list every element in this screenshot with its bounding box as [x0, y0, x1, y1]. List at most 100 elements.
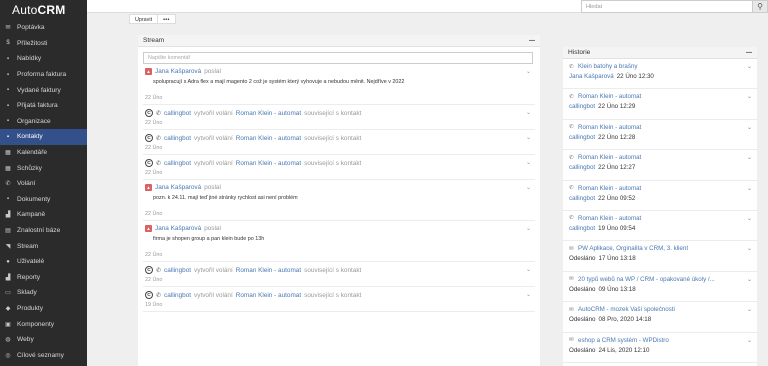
call-target-link[interactable]: Roman Klein - automat	[236, 160, 301, 167]
post-context: související s kontakt	[304, 159, 362, 167]
edit-button[interactable]: Upravit	[129, 14, 159, 24]
history-item-title[interactable]: 20 typů webů na WP / CRM - opakované úko…	[578, 276, 715, 283]
phone-icon: ✆	[569, 93, 574, 100]
sidebar-item[interactable]: ◎ Cílové seznamy	[0, 347, 87, 363]
post-author-link[interactable]: callingbot	[164, 135, 191, 142]
post-header: ▲ Jana Kašparová poslal	[145, 184, 533, 191]
chevron-down-icon[interactable]: ⌄	[747, 337, 752, 344]
history-item-title[interactable]: Roman Klein - automat	[578, 185, 641, 192]
sidebar-item[interactable]: ▪ Nabídky	[0, 51, 87, 67]
comment-input[interactable]	[143, 52, 533, 64]
chevron-down-icon[interactable]: ⌄	[747, 215, 752, 222]
sidebar-item[interactable]: ✉ Poptávka	[0, 20, 87, 36]
sidebar-item[interactable]: ▪ Proforma faktura	[0, 67, 87, 83]
history-item-user[interactable]: Jana Kašparová	[569, 73, 614, 80]
email-icon: ✉	[569, 306, 574, 313]
sidebar-item[interactable]: ▪ Kontakty	[0, 129, 87, 145]
app-logo[interactable]: AutoCRM	[0, 0, 87, 20]
sidebar-item[interactable]: ◍ Weby	[0, 332, 87, 348]
post-author-link[interactable]: callingbot	[164, 110, 191, 117]
post-author-link[interactable]: callingbot	[164, 267, 191, 274]
call-target-link[interactable]: Roman Klein - automat	[236, 267, 301, 274]
history-item-user[interactable]: callingbot	[569, 164, 595, 171]
sidebar-item[interactable]: ▪ Přijatá faktura	[0, 98, 87, 114]
chevron-down-icon[interactable]: ⌄	[747, 276, 752, 283]
chevron-down-icon[interactable]: ⌄	[747, 93, 752, 100]
chevron-down-icon[interactable]: ⌄	[526, 266, 531, 273]
history-item-title[interactable]: Roman Klein - automat	[578, 93, 641, 100]
sidebar-item-label: Kampaně	[17, 211, 46, 219]
history-item-meta: Jana Kašparová 22 Úno 12:30	[569, 73, 753, 80]
sidebar-item[interactable]: ▟ Reporty	[0, 270, 87, 286]
search-button[interactable]: ⚲	[753, 0, 768, 13]
history-item-user[interactable]: callingbot	[569, 134, 595, 141]
sidebar-item-label: Poptávka	[17, 24, 45, 32]
history-item-status: Odesláno	[569, 346, 596, 354]
history-item-title[interactable]: Roman Klein - automat	[578, 154, 641, 161]
chevron-down-icon[interactable]: ⌄	[526, 184, 531, 191]
sidebar-item[interactable]: ◥ Stream	[0, 238, 87, 254]
history-item: ✆ Roman Klein - automat callingbot 19 Úno 0…	[563, 211, 757, 242]
chevron-down-icon[interactable]: ⌄	[747, 245, 752, 252]
history-item-title[interactable]: Roman Klein - automat	[578, 124, 641, 131]
history-item-user[interactable]: callingbot	[569, 195, 595, 202]
sidebar-item[interactable]: ◆ Produkty	[0, 301, 87, 317]
history-item-title[interactable]: PW Aplikace, Orginalita v CRM, 3. klient	[578, 245, 688, 252]
sidebar-item[interactable]: ▣ Komponenty	[0, 316, 87, 332]
chevron-down-icon[interactable]: ⌄	[747, 185, 752, 192]
chevron-down-icon[interactable]: ⌄	[526, 291, 531, 298]
post-author-link[interactable]: callingbot	[164, 160, 191, 167]
history-header: Historie —	[563, 47, 757, 59]
post-author-link[interactable]: Jana Kašparová	[155, 225, 201, 232]
history-item-meta: callingbot 22 Úno 12:27	[569, 164, 753, 171]
chevron-down-icon[interactable]: ⌄	[747, 63, 752, 70]
history-item-title[interactable]: eshop a CRM systém - WPDistro	[578, 337, 669, 344]
sidebar-item[interactable]: ▤ Znalostní báze	[0, 223, 87, 239]
chevron-down-icon[interactable]: ⌄	[747, 154, 752, 161]
history-item-meta: callingbot 22 Úno 09:52	[569, 195, 753, 202]
history-item-user[interactable]: callingbot	[569, 225, 595, 232]
sidebar: AutoCRM ✉ Poptávka $ Příležitosti ▪ Nabídky ▪ P…	[0, 0, 87, 366]
chevron-down-icon[interactable]: ⌄	[747, 124, 752, 131]
call-target-link[interactable]: Roman Klein - automat	[236, 292, 301, 299]
callingbot-icon: C	[145, 159, 153, 167]
sidebar-item[interactable]: ▪ Organizace	[0, 114, 87, 130]
sidebar-item[interactable]: $ Příležitosti	[0, 36, 87, 52]
history-item-user[interactable]: callingbot	[569, 103, 595, 110]
sidebar-item[interactable]: ▭ Sklady	[0, 285, 87, 301]
logo-prefix: Auto	[12, 3, 38, 17]
sidebar-item[interactable]: ✆ Volání	[0, 176, 87, 192]
post-author-link[interactable]: Jana Kašparová	[155, 184, 201, 191]
book-icon: ▤	[5, 228, 11, 235]
history-item-title[interactable]: Roman Klein - automat	[578, 215, 641, 222]
post-author-link[interactable]: Jana Kašparová	[155, 68, 201, 75]
sidebar-item[interactable]: ● Uživatelé	[0, 254, 87, 270]
call-target-link[interactable]: Roman Klein - automat	[236, 135, 301, 142]
warehouse-icon: ▭	[5, 290, 11, 297]
sidebar-item[interactable]: ▪ Vydané faktury	[0, 82, 87, 98]
chevron-down-icon[interactable]: ⌄	[526, 134, 531, 141]
contact-icon: ▪	[6, 133, 10, 140]
sidebar-item[interactable]: ▦ Schůzky	[0, 160, 87, 176]
history-item-title[interactable]: Klein batohy a brašny	[578, 63, 638, 70]
sidebar-item[interactable]: ▪ Dokumenty	[0, 192, 87, 208]
chevron-down-icon[interactable]: ⌄	[526, 159, 531, 166]
post-author-link[interactable]: callingbot	[164, 292, 191, 299]
sidebar-item[interactable]: ▟ Kampaně	[0, 207, 87, 223]
chevron-down-icon[interactable]: ⌄	[526, 68, 531, 75]
phone-icon: ✆	[569, 215, 574, 222]
globe-icon: ◍	[5, 337, 11, 344]
rss-icon: ◥	[5, 243, 11, 250]
chevron-down-icon[interactable]: ⌄	[747, 306, 752, 313]
target-icon: ◎	[5, 352, 11, 359]
chevron-down-icon[interactable]: ⌄	[526, 225, 531, 232]
stream-menu-button[interactable]: —	[529, 38, 535, 44]
search-input[interactable]	[581, 0, 753, 13]
sidebar-item[interactable]: ▦ Kalendáře	[0, 145, 87, 161]
post-header: C ✆ callingbot vytvořil volání Roman Klein -…	[145, 109, 533, 117]
history-menu-button[interactable]: —	[746, 50, 752, 56]
chevron-down-icon[interactable]: ⌄	[526, 109, 531, 116]
call-target-link[interactable]: Roman Klein - automat	[236, 110, 301, 117]
more-actions-button[interactable]: •••	[158, 14, 176, 24]
history-item-title[interactable]: AutoCRM - mozek Vaší společnosti	[578, 306, 675, 313]
